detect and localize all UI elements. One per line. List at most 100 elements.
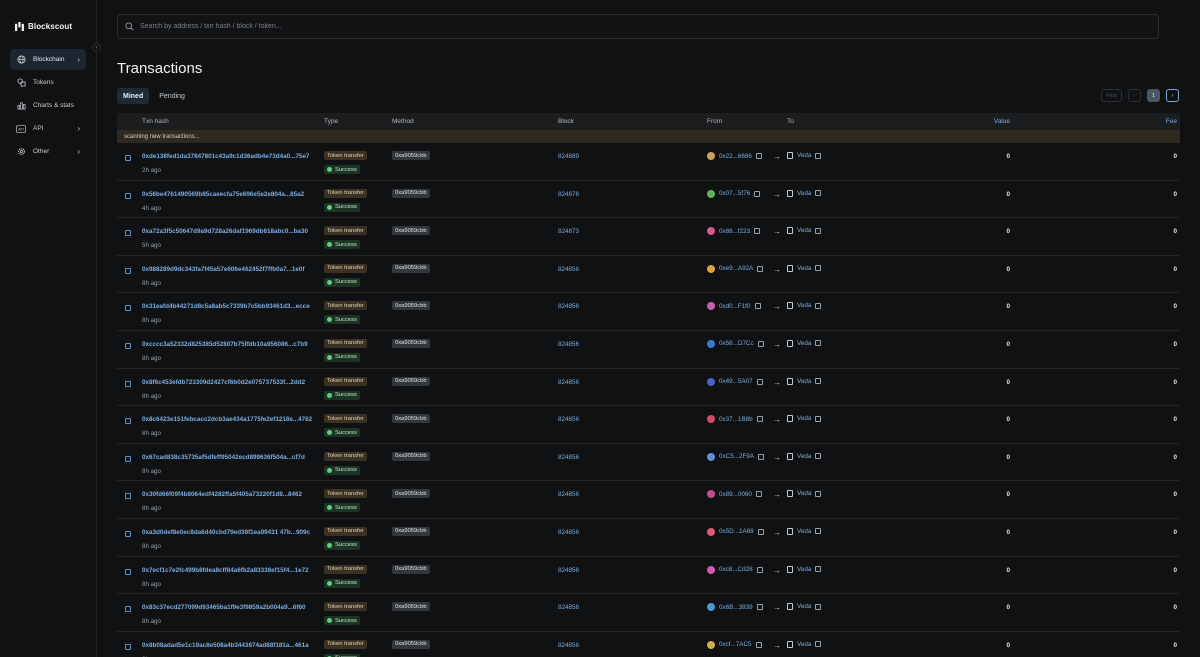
txn-hash-link[interactable]: 0xa72a3f5c50647d9a9d728a26daf1969db618ab…: [142, 228, 308, 235]
copy-icon[interactable]: [757, 265, 764, 272]
to-address-link[interactable]: Veda: [797, 227, 811, 234]
copy-icon[interactable]: [756, 416, 763, 423]
to-address-link[interactable]: Veda: [797, 378, 811, 385]
copy-icon[interactable]: [756, 378, 763, 385]
copy-icon[interactable]: [815, 453, 822, 460]
prev-page-button[interactable]: ‹: [1127, 89, 1141, 102]
block-link[interactable]: 824856: [558, 303, 579, 310]
copy-icon[interactable]: [815, 152, 822, 159]
to-address-link[interactable]: Veda: [797, 566, 811, 573]
collapse-sidebar-button[interactable]: ‹: [92, 43, 101, 52]
copy-icon[interactable]: [815, 415, 822, 422]
copy-icon[interactable]: [757, 340, 764, 347]
copy-icon[interactable]: [756, 566, 763, 573]
txn-hash-link[interactable]: 0x7ecf1c7e2fc499b8fdea8cff84a6fb2a83338e…: [142, 567, 309, 574]
txn-hash-link[interactable]: 0x83c37ecd277099d93465ba1f9e3f9859a2b004…: [142, 604, 306, 611]
from-address-link[interactable]: 0x88...f223: [719, 228, 750, 235]
to-address-link[interactable]: Veda: [797, 415, 811, 422]
sidebar-item-other[interactable]: Other ›: [10, 141, 86, 162]
block-link[interactable]: 824856: [558, 604, 579, 611]
copy-icon[interactable]: [815, 302, 822, 309]
next-page-button[interactable]: ›: [1166, 89, 1179, 102]
copy-icon[interactable]: [815, 190, 822, 197]
from-address-link[interactable]: 0x49...5A07: [719, 378, 753, 385]
to-address-link[interactable]: Veda: [797, 302, 811, 309]
tx-details-icon[interactable]: [125, 192, 131, 199]
from-address-link[interactable]: 0xd0...F1f0: [719, 303, 751, 310]
tx-details-icon[interactable]: [125, 305, 131, 312]
block-link[interactable]: 824856: [558, 379, 579, 386]
copy-icon[interactable]: [755, 491, 762, 498]
from-address-link[interactable]: 0x56...D7Cc: [719, 340, 754, 347]
copy-icon[interactable]: [815, 490, 822, 497]
sidebar-item-charts-stats[interactable]: Charts & stats: [10, 95, 86, 116]
txn-hash-link[interactable]: 0xde138fed1da37847801c43a9c1d36adb4e73d4…: [142, 153, 309, 160]
from-address-link[interactable]: 0xe9...A92A: [719, 265, 753, 272]
block-link[interactable]: 824876: [558, 191, 579, 198]
txn-hash-link[interactable]: 0x56be4761490569b85caeecfa75e696e5e2e804…: [142, 191, 304, 198]
copy-icon[interactable]: [815, 340, 822, 347]
from-address-link[interactable]: 0x89...0060: [719, 491, 752, 498]
txn-hash-link[interactable]: 0xa3d0def8e0ec8da6d40cbd79ed38f1ea99431 …: [142, 529, 310, 536]
block-link[interactable]: 824856: [558, 416, 579, 423]
tab-pending[interactable]: Pending: [153, 88, 191, 104]
to-address-link[interactable]: Veda: [797, 265, 811, 272]
to-address-link[interactable]: Veda: [797, 490, 811, 497]
tx-details-icon[interactable]: [125, 267, 131, 274]
from-address-link[interactable]: 0xc8...Cd28: [719, 566, 753, 573]
to-address-link[interactable]: Veda: [797, 340, 811, 347]
from-address-link[interactable]: 0x07...5f76: [719, 190, 750, 197]
tx-details-icon[interactable]: [125, 380, 131, 387]
from-address-link[interactable]: 0x6B...3939: [719, 604, 753, 611]
sidebar-item-blockchain[interactable]: Blockchain ›: [10, 49, 86, 70]
tx-details-icon[interactable]: [125, 493, 131, 500]
to-address-link[interactable]: Veda: [797, 641, 811, 648]
tx-details-icon[interactable]: [125, 342, 131, 349]
from-address-link[interactable]: 0xcf...7AC5: [719, 641, 752, 648]
sidebar-item-tokens[interactable]: Tokens: [10, 72, 86, 93]
col-fee[interactable]: Fee: [1166, 118, 1177, 125]
search-input[interactable]: [140, 23, 1040, 30]
copy-icon[interactable]: [756, 604, 763, 611]
sidebar-item-api[interactable]: API API ›: [10, 118, 86, 139]
from-address-link[interactable]: 0x22...6686: [719, 153, 752, 160]
search-bar[interactable]: [117, 14, 1159, 39]
txn-hash-link[interactable]: 0x30fd66f09f4b8064edf4282ffa5f405a73220f…: [142, 491, 302, 498]
txn-hash-link[interactable]: 0x8b08adad5e1c19ac8e508a4b3443874ad88f18…: [142, 642, 309, 649]
block-link[interactable]: 824856: [558, 567, 579, 574]
txn-hash-link[interactable]: 0xcccc3a52332d825385d52807b75ffdb10a9560…: [142, 341, 308, 348]
block-link[interactable]: 824873: [558, 228, 579, 235]
copy-icon[interactable]: [815, 227, 822, 234]
copy-icon[interactable]: [758, 453, 764, 460]
from-address-link[interactable]: 0x5D...1A68: [719, 528, 754, 535]
tab-mined[interactable]: Mined: [117, 88, 150, 104]
txn-hash-link[interactable]: 0x8f6c453efdb723309d2427cf6b0d2e07573753…: [142, 379, 305, 386]
copy-icon[interactable]: [815, 528, 822, 535]
txn-hash-link[interactable]: 0x31eafd4b44271d8c5a8ab5c7339b7c5bb93461…: [142, 303, 310, 310]
copy-icon[interactable]: [754, 228, 761, 235]
block-link[interactable]: 824889: [558, 153, 579, 160]
tx-details-icon[interactable]: [125, 155, 131, 161]
block-link[interactable]: 824856: [558, 454, 579, 461]
to-address-link[interactable]: Veda: [797, 528, 811, 535]
copy-icon[interactable]: [754, 190, 761, 197]
from-address-link[interactable]: 0xC5...2F9A: [719, 453, 754, 460]
to-address-link[interactable]: Veda: [797, 603, 811, 610]
app-logo[interactable]: Blockscout: [15, 22, 72, 31]
to-address-link[interactable]: Veda: [797, 190, 811, 197]
copy-icon[interactable]: [815, 641, 822, 648]
block-link[interactable]: 824856: [558, 341, 579, 348]
to-address-link[interactable]: Veda: [797, 453, 811, 460]
txn-hash-link[interactable]: 0x8c6423e151febcacc2dcb3ae434a1775fe2ef1…: [142, 416, 312, 423]
tx-details-icon[interactable]: [125, 530, 131, 537]
tx-details-icon[interactable]: [125, 455, 131, 462]
col-value[interactable]: Value: [994, 118, 1010, 125]
copy-icon[interactable]: [815, 265, 822, 272]
copy-icon[interactable]: [815, 603, 822, 610]
copy-icon[interactable]: [815, 378, 822, 385]
block-link[interactable]: 824856: [558, 529, 579, 536]
copy-icon[interactable]: [755, 641, 762, 648]
from-address-link[interactable]: 0x37...1B8b: [719, 416, 753, 423]
copy-icon[interactable]: [815, 566, 822, 573]
tx-details-icon[interactable]: [125, 230, 131, 237]
